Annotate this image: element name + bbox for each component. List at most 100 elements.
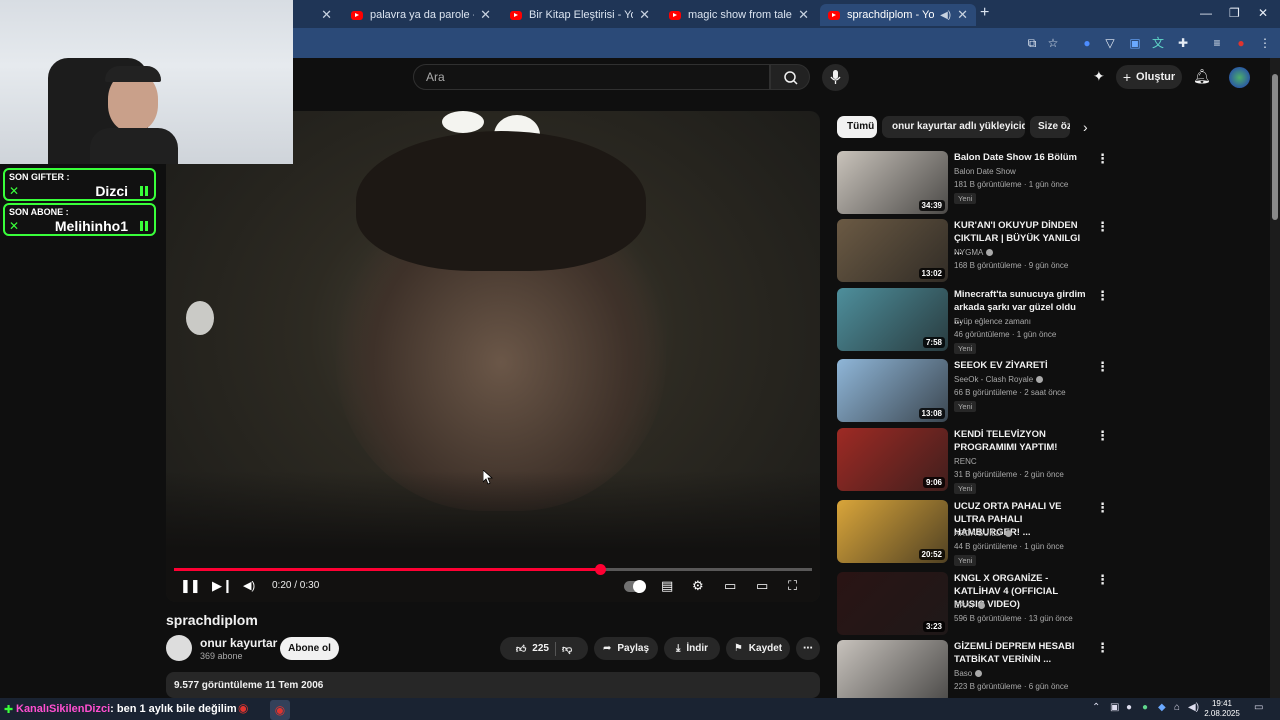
recommendation-title[interactable]: KENDİ TELEVİZYON PROGRAMIMI YAPTIM!: [954, 428, 1086, 454]
create-button[interactable]: + Oluştur: [1116, 65, 1182, 89]
tray-app-icon[interactable]: ●: [1126, 702, 1132, 713]
recommendation-channel[interactable]: RENC: [954, 457, 977, 466]
recommendation-title[interactable]: GİZEMLİ DEPREM HESABI TATBİKAT VERİNİN .…: [954, 640, 1086, 666]
fullscreen-icon[interactable]: ⛶: [788, 578, 797, 594]
recommendation-thumbnail[interactable]: 3:23: [837, 572, 948, 635]
translate-icon[interactable]: 文: [1151, 36, 1165, 50]
audio-playing-icon[interactable]: ◀): [940, 10, 951, 21]
volume-tray-icon[interactable]: ◀): [1188, 702, 1199, 713]
download-button[interactable]: ⤓ İndir: [664, 637, 720, 660]
install-app-icon[interactable]: ⧉: [1025, 36, 1039, 50]
more-vertical-icon[interactable]: ⋮: [1096, 219, 1109, 235]
more-vertical-icon[interactable]: ⋮: [1096, 151, 1109, 167]
recommendation-channel[interactable]: Balon Date Show: [954, 167, 1016, 176]
new-tab-button[interactable]: +: [980, 4, 989, 22]
recommendation-thumbnail[interactable]: 9:06: [837, 428, 948, 491]
theater-mode-icon[interactable]: ▭: [756, 578, 768, 594]
extension-icon[interactable]: ▽: [1103, 36, 1117, 50]
recommendation-channel[interactable]: ARDA BUILD: [954, 529, 1012, 538]
restore-icon[interactable]: ❐: [1229, 6, 1240, 20]
more-vertical-icon[interactable]: ⋮: [1096, 640, 1109, 656]
more-vertical-icon[interactable]: ⋮: [1096, 572, 1109, 588]
autoplay-toggle[interactable]: [624, 580, 646, 593]
system-clock[interactable]: 19:41 2.08.2025: [1200, 698, 1244, 719]
recommendation-thumbnail[interactable]: 7:58: [837, 288, 948, 351]
like-button[interactable]: 👍︎ 225: [516, 643, 549, 655]
settings-gear-icon[interactable]: ⚙: [692, 578, 704, 594]
recommendation-channel[interactable]: Baso: [954, 669, 983, 678]
account-avatar[interactable]: [1229, 67, 1250, 88]
recommendation-thumbnail[interactable]: 34:39: [837, 151, 948, 214]
recommendation-channel[interactable]: Eyüp eğlence zamanı: [954, 317, 1031, 326]
taskbar-app-icon[interactable]: ◉: [238, 701, 248, 715]
voice-search-button[interactable]: [822, 64, 849, 91]
page-scrollbar-thumb[interactable]: [1272, 74, 1278, 220]
share-button[interactable]: ➦ Paylaş: [594, 637, 658, 660]
notifications-bell-icon[interactable]: 🔔︎: [1193, 68, 1211, 85]
tab-close-icon[interactable]: ✕: [798, 7, 809, 23]
browser-tab-active[interactable]: sprachdiplom - YouTube ◀) ✕: [820, 4, 976, 26]
tab-close-icon[interactable]: ✕: [639, 7, 650, 23]
dislike-button[interactable]: 👎︎: [562, 643, 572, 655]
chrome-taskbar-icon[interactable]: ◉: [270, 700, 290, 720]
recommendation-thumbnail[interactable]: 13:08: [837, 359, 948, 422]
chip-from-uploader[interactable]: onur kayurtar adlı yükleyiciden: [882, 116, 1025, 138]
browser-tab-1[interactable]: palavra ya da parole - YouTube ✕: [343, 4, 499, 26]
search-input[interactable]: Ara: [413, 64, 770, 90]
windows-start-icon[interactable]: ✚: [4, 703, 13, 716]
recommendation-channel[interactable]: SeeOk - Clash Royale: [954, 375, 1044, 384]
extension-icon[interactable]: ▣: [1128, 36, 1142, 50]
minimize-icon[interactable]: —: [1200, 6, 1212, 20]
video-subject-hair: [356, 131, 646, 271]
chip-all[interactable]: Tümü: [837, 116, 877, 138]
tray-overflow-icon[interactable]: ⌃: [1092, 702, 1100, 713]
recommendation-title[interactable]: Balon Date Show 16 Bölüm: [954, 151, 1086, 164]
tray-app-icon[interactable]: ●: [1142, 702, 1148, 713]
recommendation-thumbnail[interactable]: 13:02: [837, 219, 948, 282]
more-actions-button[interactable]: ⋯: [796, 637, 820, 660]
more-vertical-icon[interactable]: ⋮: [1096, 288, 1109, 304]
channel-name[interactable]: onur kayurtar: [200, 636, 277, 650]
tab-close-icon[interactable]: ✕: [321, 7, 332, 23]
search-button[interactable]: [770, 64, 810, 90]
close-window-icon[interactable]: ✕: [1258, 6, 1268, 20]
recommendation-title[interactable]: SEEOK EV ZİYARETİ: [954, 359, 1086, 372]
reading-list-icon[interactable]: ≡: [1210, 36, 1224, 50]
microphone-icon: [830, 70, 841, 84]
network-icon[interactable]: ⌂: [1174, 702, 1180, 713]
video-player[interactable]: [166, 111, 820, 602]
tab-close-icon[interactable]: ✕: [957, 7, 968, 23]
recommendation-thumbnail[interactable]: 20:52: [837, 500, 948, 563]
browser-tab-3[interactable]: magic show from talented wizard ✕: [661, 4, 817, 26]
subtitles-icon[interactable]: ▤: [661, 578, 673, 594]
more-vertical-icon[interactable]: ⋮: [1096, 359, 1109, 375]
profile-avatar-icon[interactable]: ●: [1234, 36, 1248, 50]
studio-icon[interactable]: ✦: [1093, 68, 1105, 85]
progress-scrubber[interactable]: [594, 564, 606, 575]
chip-for-you[interactable]: Size öz: [1030, 116, 1070, 138]
extension-icon[interactable]: ●: [1080, 36, 1094, 50]
tray-app-icon[interactable]: ◆: [1158, 702, 1166, 713]
save-button[interactable]: ⚑ Kaydet: [726, 637, 790, 660]
notifications-tray-icon[interactable]: ▭: [1254, 702, 1263, 713]
recommendation-channel[interactable]: NYGMA: [954, 248, 994, 257]
recommendation-channel[interactable]: ERAY: [954, 601, 986, 610]
extensions-puzzle-icon[interactable]: ✚: [1176, 36, 1190, 50]
tray-app-icon[interactable]: ▣: [1110, 702, 1119, 713]
more-vertical-icon[interactable]: ⋮: [1096, 500, 1109, 516]
recommendation-thumbnail[interactable]: [837, 640, 948, 703]
pause-icon[interactable]: ❚❚: [180, 578, 201, 594]
description-box[interactable]: 9.577 görüntüleme 11 Tem 2006: [166, 672, 820, 698]
channel-avatar[interactable]: [166, 635, 192, 661]
chevron-right-icon[interactable]: ›: [1083, 119, 1088, 135]
volume-icon[interactable]: ◀): [243, 578, 255, 594]
bookmark-star-icon[interactable]: ☆: [1046, 36, 1060, 50]
next-video-icon[interactable]: ▶❙: [212, 578, 233, 594]
browser-menu-icon[interactable]: ⋮: [1258, 36, 1272, 50]
more-vertical-icon[interactable]: ⋮: [1096, 428, 1109, 444]
channel-name: Baso: [954, 669, 973, 678]
tab-close-icon[interactable]: ✕: [480, 7, 491, 23]
miniplayer-icon[interactable]: ▭: [724, 578, 736, 594]
browser-tab-2[interactable]: Bir Kitap Eleştirisi - YouTube ✕: [502, 4, 658, 26]
subscribe-button[interactable]: Abone ol: [280, 637, 339, 660]
